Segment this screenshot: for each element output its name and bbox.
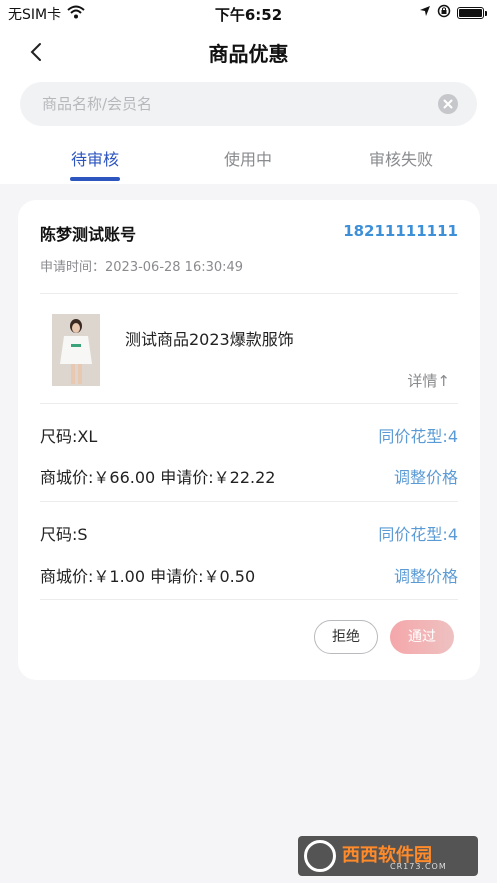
watermark-logo-icon	[304, 840, 336, 872]
watermark: 西西软件园 CR173.COM	[298, 836, 478, 876]
adjust-price-button[interactable]: 调整价格	[394, 464, 458, 488]
status-tabs: 待审核 使用中 审核失败	[0, 140, 497, 184]
nav-bar: 商品优惠	[0, 30, 497, 74]
divider	[40, 501, 458, 502]
page-title: 商品优惠	[208, 42, 289, 66]
watermark-subtext: CR173.COM	[390, 862, 447, 871]
approve-button[interactable]: 通过	[390, 620, 454, 654]
status-bar: 无SIM卡 下午6:52	[0, 0, 497, 26]
sku-size: 尺码:XL	[40, 427, 98, 446]
search-bar	[20, 82, 477, 126]
clear-icon	[443, 99, 453, 109]
same-price-link[interactable]: 同价花型:4	[378, 521, 458, 545]
sku-prices: 商城价:￥1.00 申请价:￥0.50	[40, 567, 256, 586]
tab-in-use[interactable]: 使用中	[188, 146, 308, 170]
member-name: 陈梦测试账号	[40, 225, 137, 244]
same-price-link[interactable]: 同价花型:4	[378, 423, 458, 447]
divider	[40, 599, 458, 600]
sku-size: 尺码:S	[40, 525, 88, 544]
product-image	[52, 314, 100, 386]
lock-rotation-icon	[437, 4, 451, 22]
reject-button[interactable]: 拒绝	[314, 620, 378, 654]
apply-time: 申请时间：2023-06-28 16:30:49	[40, 260, 244, 275]
tab-pending[interactable]: 待审核	[35, 146, 155, 170]
adjust-price-button[interactable]: 调整价格	[394, 563, 458, 587]
order-card: 陈梦测试账号 18211111111 申请时间：2023-06-28 16:30…	[18, 200, 480, 680]
search-input[interactable]	[42, 82, 442, 126]
active-tab-indicator	[70, 177, 120, 181]
member-phone[interactable]: 18211111111	[343, 222, 458, 240]
clear-search-button[interactable]	[438, 94, 458, 114]
tab-failed[interactable]: 审核失败	[341, 146, 461, 170]
header-area: 无SIM卡 下午6:52 商品优惠 待审核 使用中	[0, 0, 497, 184]
sku-prices: 商城价:￥66.00 申请价:￥22.22	[40, 468, 276, 487]
battery-icon	[457, 7, 484, 19]
detail-toggle[interactable]: 详情↑	[407, 370, 450, 391]
divider	[40, 403, 458, 404]
location-icon	[419, 5, 431, 21]
product-name: 测试商品2023爆款服饰	[125, 330, 294, 349]
divider	[40, 293, 458, 294]
